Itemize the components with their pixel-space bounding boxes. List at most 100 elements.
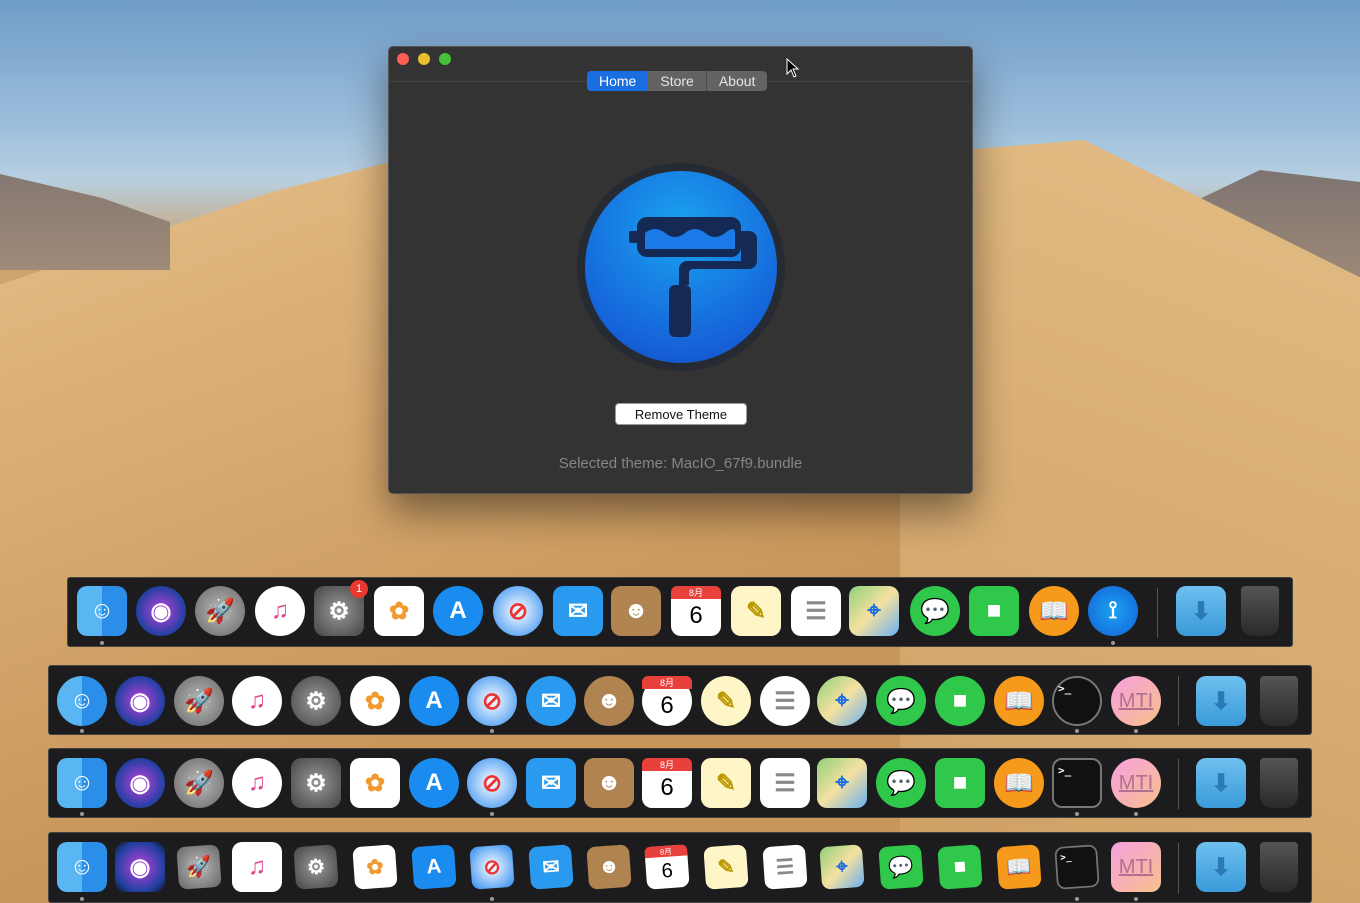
mail-icon[interactable]: ✉ <box>526 676 576 726</box>
system-preferences-icon[interactable]: ⚙ <box>293 844 339 890</box>
messages-icon[interactable]: 💬 <box>876 758 926 808</box>
ibooks-icon[interactable]: 📖 <box>994 758 1044 808</box>
dock-paper: ☺ ◉ 🚀 ♫ ⚙ ✿ A ⊘ ✉ ☻ 8月 6 ✎ ☰ ⌖ 💬 ■ 📖 >_ MTI ⬇ <box>48 832 1312 903</box>
mail-icon[interactable]: ✉ <box>526 758 576 808</box>
calendar-icon[interactable]: 8月 6 <box>642 676 692 726</box>
reminders-icon[interactable]: ☰ <box>762 844 808 890</box>
calendar-icon[interactable]: 8月 6 <box>644 844 690 890</box>
safari-icon[interactable]: ⊘ <box>493 586 543 636</box>
remove-theme-button[interactable]: Remove Theme <box>615 403 747 425</box>
reminders-icon[interactable]: ☰ <box>760 676 810 726</box>
messages-icon[interactable]: 💬 <box>910 586 960 636</box>
app-store-icon[interactable]: A <box>409 758 459 808</box>
contacts-icon[interactable]: ☻ <box>584 758 634 808</box>
ibooks-icon[interactable]: 📖 <box>994 676 1044 726</box>
app-store-icon[interactable]: A <box>433 586 483 636</box>
ibooks-icon[interactable]: 📖 <box>996 844 1042 890</box>
ibooks-icon[interactable]: 📖 <box>1029 586 1079 636</box>
launchpad-icon[interactable]: 🚀 <box>195 586 245 636</box>
siri-icon[interactable]: ◉ <box>115 676 165 726</box>
calendar-icon[interactable]: 8月 6 <box>671 586 721 636</box>
safari-icon[interactable]: ⊘ <box>467 758 517 808</box>
contacts-icon[interactable]: ☻ <box>584 676 634 726</box>
itunes-icon[interactable]: ♫ <box>232 758 282 808</box>
mail-icon[interactable]: ✉ <box>553 586 603 636</box>
running-indicator <box>1075 897 1079 901</box>
trash-icon[interactable] <box>1260 676 1298 726</box>
photos-icon[interactable]: ✿ <box>352 844 398 890</box>
trash-icon[interactable] <box>1241 586 1279 636</box>
photos-icon[interactable]: ✿ <box>350 676 400 726</box>
itunes-icon[interactable]: ♫ <box>255 586 305 636</box>
close-button[interactable] <box>397 53 409 65</box>
messages-icon[interactable]: 💬 <box>878 844 924 890</box>
dock-separator <box>1178 759 1179 809</box>
calendar-icon[interactable]: 8月 6 <box>642 758 692 808</box>
mti-icon[interactable]: MTI <box>1111 676 1161 726</box>
facetime-icon[interactable]: ■ <box>969 586 1019 636</box>
notes-icon[interactable]: ✎ <box>701 676 751 726</box>
running-indicator <box>490 812 494 816</box>
messages-icon[interactable]: 💬 <box>876 676 926 726</box>
mail-icon[interactable]: ✉ <box>528 844 574 890</box>
finder-icon[interactable]: ☺ <box>57 676 107 726</box>
maps-icon[interactable]: ⌖ <box>849 586 899 636</box>
siri-icon[interactable]: ◉ <box>115 758 165 808</box>
reminders-icon[interactable]: ☰ <box>791 586 841 636</box>
downloads-folder-icon[interactable]: ⬇ <box>1196 676 1246 726</box>
app-store-icon[interactable]: A <box>411 844 457 890</box>
photos-icon[interactable]: ✿ <box>374 586 424 636</box>
itunes-icon[interactable]: ♫ <box>232 676 282 726</box>
facetime-icon[interactable]: ■ <box>937 844 983 890</box>
launchpad-icon[interactable]: 🚀 <box>176 844 222 890</box>
tab-about[interactable]: About <box>705 71 768 91</box>
terminal-prompt: >_ <box>1058 682 1072 695</box>
siri-icon[interactable]: ◉ <box>136 586 186 636</box>
minimize-button[interactable] <box>418 53 430 65</box>
system-preferences-icon[interactable]: ⚙ <box>291 676 341 726</box>
system-preferences-icon[interactable]: ⚙ <box>291 758 341 808</box>
launchpad-icon[interactable]: 🚀 <box>174 676 224 726</box>
downloads-folder-icon[interactable]: ⬇ <box>1176 586 1226 636</box>
finder-icon[interactable]: ☺ <box>57 842 107 892</box>
terminal-icon[interactable]: >_ <box>1054 844 1100 890</box>
contacts-icon[interactable]: ☻ <box>586 844 632 890</box>
terminal-icon[interactable]: >_ <box>1052 758 1102 808</box>
safari-icon[interactable]: ⊘ <box>469 844 515 890</box>
dock-separator <box>1178 843 1179 894</box>
mti-icon[interactable]: MTI <box>1111 842 1161 892</box>
downloads-folder-icon[interactable]: ⬇ <box>1196 758 1246 808</box>
trash-icon[interactable] <box>1260 842 1298 892</box>
trash-icon[interactable] <box>1260 758 1298 808</box>
launchpad-icon[interactable]: 🚀 <box>174 758 224 808</box>
photos-icon[interactable]: ✿ <box>350 758 400 808</box>
maps-icon[interactable]: ⌖ <box>817 758 867 808</box>
itunes-icon[interactable]: ♫ <box>232 842 282 892</box>
notes-icon[interactable]: ✎ <box>701 758 751 808</box>
running-indicator <box>490 729 494 733</box>
safari-icon[interactable]: ⊘ <box>467 676 517 726</box>
siri-icon[interactable]: ◉ <box>115 842 165 892</box>
app-store-icon[interactable]: A <box>409 676 459 726</box>
mti-label: MTI <box>1118 771 1154 794</box>
finder-icon[interactable]: ☺ <box>57 758 107 808</box>
notes-icon[interactable]: ✎ <box>703 844 749 890</box>
zoom-button[interactable] <box>439 53 451 65</box>
contacts-icon[interactable]: ☻ <box>611 586 661 636</box>
mti-icon[interactable]: MTI <box>1111 758 1161 808</box>
tab-home[interactable]: Home <box>587 71 649 91</box>
facetime-icon[interactable]: ■ <box>935 758 985 808</box>
maps-icon[interactable]: ⌖ <box>817 676 867 726</box>
finder-icon[interactable]: ☺ <box>77 586 127 636</box>
notes-icon[interactable]: ✎ <box>731 586 781 636</box>
tab-store[interactable]: Store <box>648 71 705 91</box>
maps-icon[interactable]: ⌖ <box>819 844 865 890</box>
system-preferences-icon[interactable]: ⚙ 1 <box>314 580 368 636</box>
terminal-icon[interactable]: >_ <box>1052 676 1102 726</box>
downloads-folder-icon[interactable]: ⬇ <box>1196 842 1246 892</box>
calendar-day: 6 <box>660 858 674 883</box>
facetime-icon[interactable]: ■ <box>935 676 985 726</box>
app-window: Home Store About Remove Theme Selected t… <box>388 46 973 494</box>
theme-app-icon[interactable]: ⟟ <box>1088 586 1138 636</box>
reminders-icon[interactable]: ☰ <box>760 758 810 808</box>
